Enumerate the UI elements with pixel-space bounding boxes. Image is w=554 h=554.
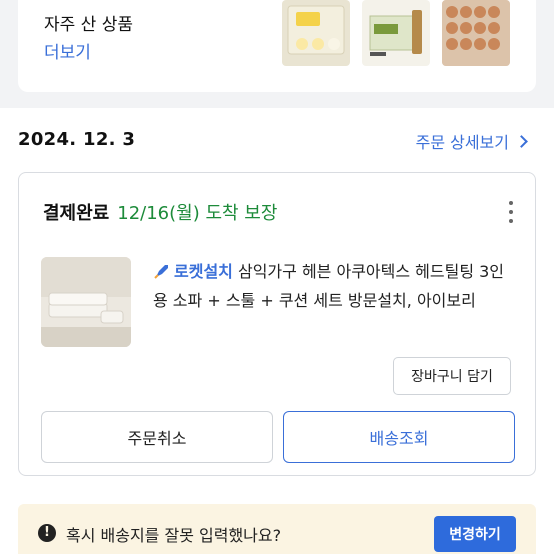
arrival-guarantee: 12/16(월) 도착 보장 [117, 203, 278, 224]
product-thumbnail-eggs[interactable] [442, 0, 510, 66]
cancel-order-button[interactable]: 주문취소 [41, 411, 273, 463]
order-detail-link[interactable]: 주문 상세보기 [415, 129, 528, 153]
product-thumbnail-egg-tray[interactable] [282, 0, 350, 66]
frequent-products-title: 자주 산 상품 [44, 15, 134, 35]
track-delivery-button[interactable]: 배송조회 [283, 411, 515, 463]
chevron-right-icon [515, 134, 528, 148]
exclamation-icon: ! [38, 524, 56, 542]
order-status: 결제완료 [43, 203, 110, 224]
order-detail-label: 주문 상세보기 [415, 133, 509, 152]
order-status-row: 결제완료 12/16(월) 도착 보장 [43, 199, 277, 225]
frequent-products-card: 자주 산 상품 더보기 [18, 0, 536, 92]
notice-text: 혹시 배송지를 잘못 입력했나요? [66, 526, 282, 545]
product-description[interactable]: 로켓설치 삼익가구 헤븐 아쿠아텍스 헤드틸팅 3인용 소파 + 스툴 + 쿠션… [153, 257, 513, 315]
change-address-button[interactable]: 변경하기 [434, 516, 516, 552]
add-to-cart-button[interactable]: 장바구니 담기 [393, 357, 511, 395]
rocket-install-badge: 로켓설치 [174, 262, 233, 281]
order-card: 결제완료 12/16(월) 도착 보장 로켓설치 삼익가구 헤븐 아쿠아텍스 헤… [18, 172, 536, 476]
product-image-sofa[interactable] [41, 257, 131, 347]
product-thumbnail-tea-box[interactable] [362, 0, 430, 66]
order-date: 2024. 12. 3 [18, 129, 136, 150]
rocket-install-icon [154, 265, 168, 279]
more-link[interactable]: 더보기 [44, 38, 91, 63]
more-options-icon[interactable] [509, 201, 515, 223]
order-section: 2024. 12. 3 주문 상세보기 결제완료 12/16(월) 도착 보장 [0, 108, 554, 554]
address-notice-banner: ! 혹시 배송지를 잘못 입력했나요? 변경하기 [18, 504, 536, 554]
